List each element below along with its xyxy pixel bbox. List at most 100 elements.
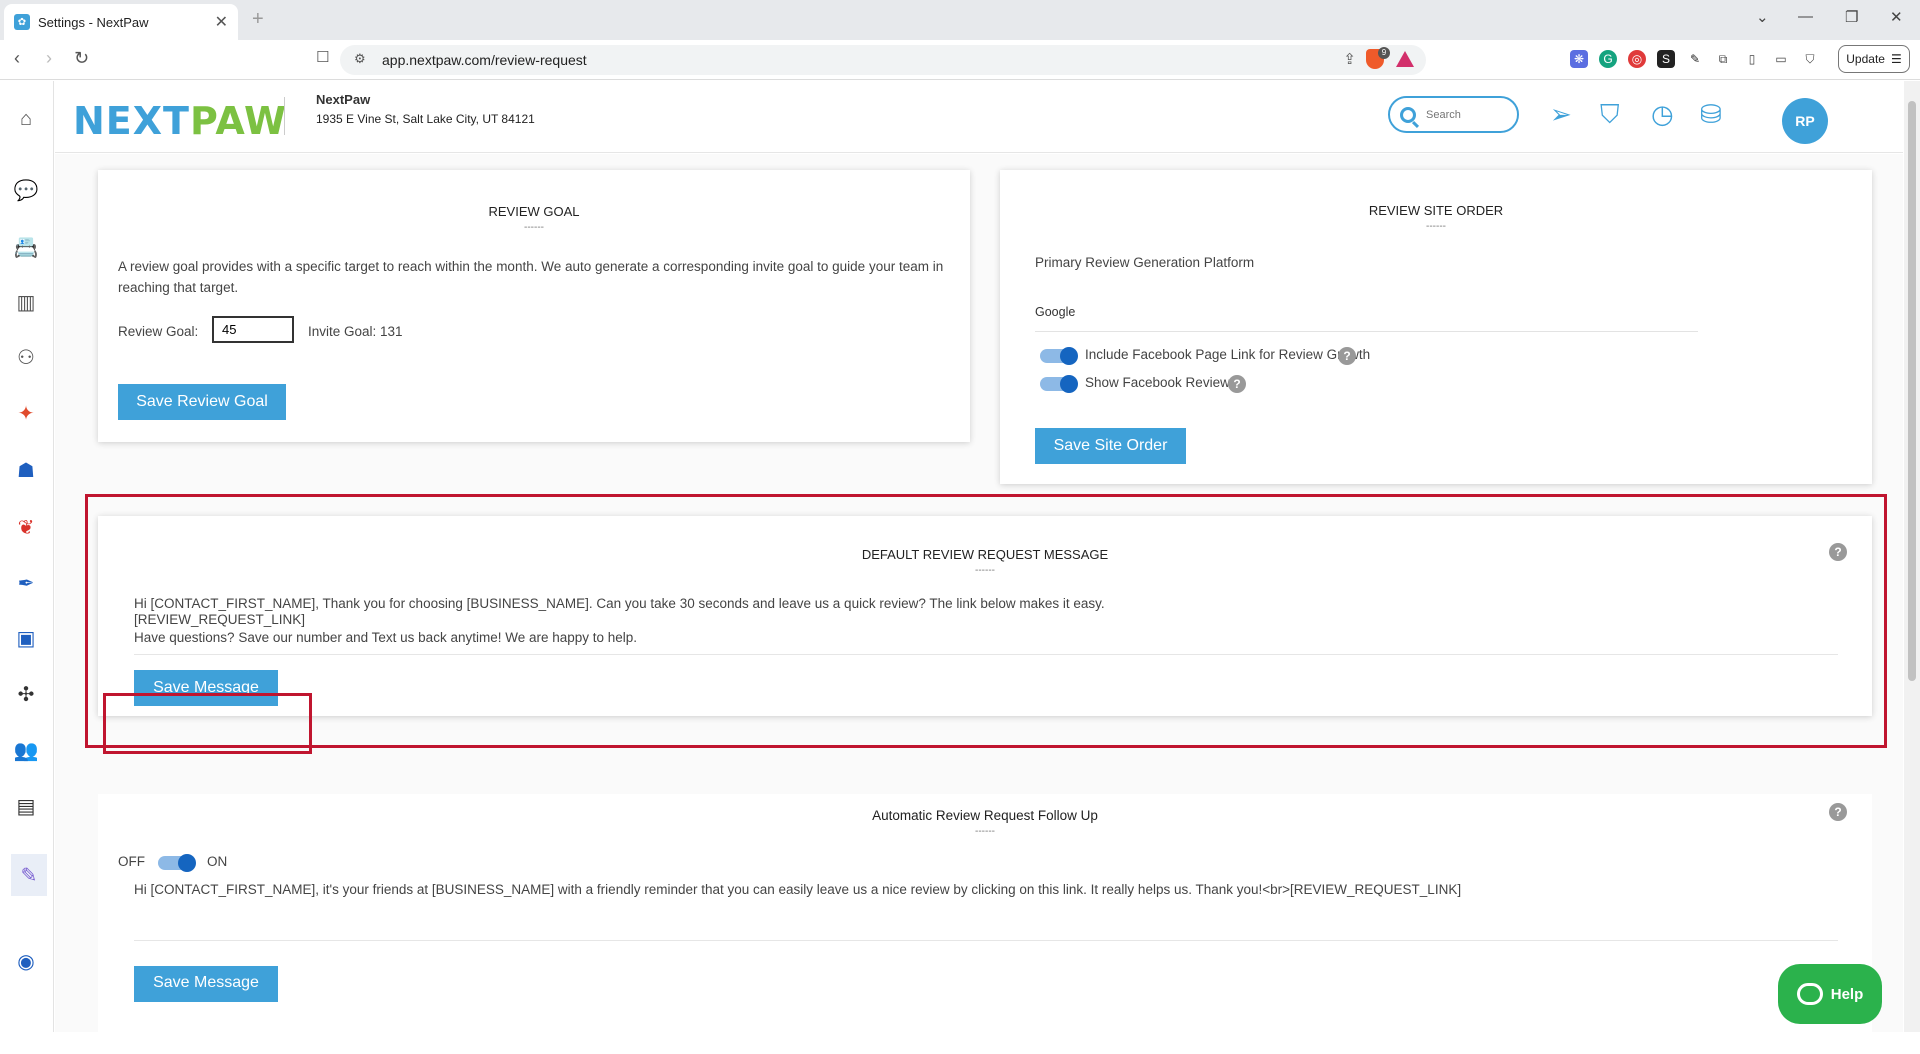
payments-icon[interactable]: ⛁ [1700, 99, 1722, 130]
marketing-icon[interactable]: ❦ [11, 513, 41, 541]
page-scrollbar[interactable] [1904, 81, 1920, 1032]
browser-tab-bar: ✿ Settings - NextPaw ✕ + ⌄ — ❐ ✕ [0, 0, 1920, 40]
facebook-link-help-icon[interactable]: ? [1338, 347, 1356, 365]
close-tab-icon[interactable]: ✕ [215, 12, 228, 32]
save-review-goal-button[interactable]: Save Review Goal [118, 384, 286, 420]
minimize-icon[interactable]: — [1798, 8, 1813, 25]
messages-icon[interactable]: 💬 [11, 176, 41, 204]
sidebar-toggle-icon[interactable]: ▯ [1743, 50, 1761, 68]
follow-up-save-message-button[interactable]: Save Message [134, 966, 278, 1002]
follow-up-message-divider [134, 940, 1838, 941]
search-input[interactable] [1426, 108, 1506, 121]
extension-s-icon[interactable]: S [1657, 50, 1675, 68]
forward-icon[interactable]: › [46, 48, 52, 69]
contacts-icon[interactable]: 📇 [11, 233, 41, 261]
help-chat-button[interactable]: Help [1778, 964, 1882, 1024]
url-text: app.nextpaw.com/review-request [382, 52, 587, 68]
pen-icon[interactable]: ✒ [11, 569, 41, 597]
review-goal-label: Review Goal: [118, 324, 199, 339]
review-site-order-card: REVIEW SITE ORDER ------ Primary Review … [1000, 170, 1872, 484]
scrollbar-thumb[interactable] [1908, 101, 1916, 681]
campaigns-icon[interactable]: ✦ [11, 399, 41, 427]
facebook-link-label: Include Facebook Page Link for Review Gr… [1085, 347, 1371, 362]
follow-up-message: Hi [CONTACT_FIRST_NAME], it's your frien… [134, 882, 1462, 897]
invite-goal-value: 131 [380, 324, 403, 339]
reviews-icon[interactable]: ▣ [11, 624, 41, 652]
platform-select[interactable]: Google [1035, 305, 1698, 332]
vpn-shield-icon[interactable]: ⛉ [1801, 50, 1819, 68]
wallet-icon[interactable]: ▭ [1772, 50, 1790, 68]
address-bar[interactable]: ⚙ app.nextpaw.com/review-request ⇪ 9 [340, 45, 1426, 75]
main-content: REVIEW GOAL ------ A review goal provide… [55, 154, 1903, 1054]
extension-snowflake-icon[interactable]: ❋ [1570, 50, 1588, 68]
update-label: Update [1846, 52, 1885, 66]
reload-icon[interactable]: ↻ [74, 48, 89, 69]
review-site-order-divider: ------ [1426, 221, 1446, 232]
highlight-section-box [85, 494, 1887, 748]
nextpaw-logo[interactable]: NEXTPAW [73, 99, 287, 143]
follow-up-card: Automatic Review Request Follow Up -----… [98, 794, 1872, 1054]
badge-icon[interactable]: ◉ [11, 947, 41, 975]
follow-up-on-label: ON [207, 854, 228, 869]
highlight-button-box [103, 693, 312, 754]
avatar[interactable]: RP [1782, 98, 1828, 144]
bookmark-icon[interactable]: ☐ [316, 48, 329, 66]
groups-icon[interactable]: 👥 [11, 736, 41, 764]
facebook-link-toggle[interactable] [1040, 347, 1078, 365]
follow-up-divider: ------ [975, 826, 995, 837]
history-icon[interactable]: ◷ [1651, 99, 1674, 130]
tab-title: Settings - NextPaw [38, 14, 149, 30]
facebook-reviews-toggle[interactable] [1040, 375, 1078, 393]
extensions-puzzle-icon[interactable]: ⧉ [1714, 50, 1732, 68]
chat-bubble-icon [1796, 983, 1823, 1005]
calendar-icon[interactable]: ☗ [11, 456, 41, 484]
extension-grammarly-icon[interactable]: G [1599, 50, 1617, 68]
reports-icon[interactable]: ▥ [11, 288, 41, 316]
invite-goal-label: Invite Goal: [308, 324, 377, 339]
back-icon[interactable]: ‹ [14, 48, 20, 69]
review-goal-divider: ------ [524, 222, 544, 233]
site-info-icon[interactable]: ⚙ [354, 51, 366, 67]
tab-search-chevron-icon[interactable]: ⌄ [1756, 8, 1769, 26]
update-button[interactable]: Update ☰ [1838, 45, 1910, 73]
browser-toolbar: ‹ › ↻ ☐ ⚙ app.nextpaw.com/review-request… [0, 40, 1920, 80]
settings-calendar-icon[interactable]: ▤ [11, 792, 41, 820]
search-icon [1400, 106, 1416, 123]
review-site-order-title: REVIEW SITE ORDER [1368, 203, 1504, 218]
follow-up-toggle[interactable] [158, 854, 196, 872]
team-icon[interactable]: ⚇ [11, 343, 41, 371]
send-icon[interactable]: ➢ [1550, 99, 1572, 130]
search-box[interactable] [1388, 96, 1519, 133]
follow-up-help-icon[interactable]: ? [1829, 803, 1847, 821]
integrations-icon[interactable]: ✣ [11, 680, 41, 708]
header-divider [284, 97, 285, 135]
browser-tab[interactable]: ✿ Settings - NextPaw ✕ [4, 4, 238, 40]
facebook-reviews-help-icon[interactable]: ? [1228, 375, 1246, 393]
review-goal-title: REVIEW GOAL [488, 204, 580, 219]
app-header: NEXTPAW NextPaw 1935 E Vine St, Salt Lak… [55, 81, 1903, 153]
home-icon[interactable]: ⌂ [11, 105, 41, 133]
restore-icon[interactable]: ❐ [1845, 8, 1858, 26]
save-site-order-button[interactable]: Save Site Order [1035, 428, 1186, 464]
extension-eyedropper-icon[interactable]: ✎ [1686, 50, 1704, 68]
new-tab-icon[interactable]: + [252, 8, 264, 31]
share-icon[interactable]: ⇪ [1343, 50, 1356, 68]
review-request-icon[interactable]: ✎ [11, 854, 47, 896]
platform-label: Primary Review Generation Platform [1035, 255, 1255, 270]
follow-up-off-label: OFF [118, 854, 145, 869]
rating-icon[interactable]: ⛉ [1600, 99, 1620, 131]
extension-red-icon[interactable]: ◎ [1628, 50, 1646, 68]
brave-rewards-icon[interactable] [1396, 51, 1414, 67]
nextpaw-favicon-icon: ✿ [14, 14, 30, 30]
follow-up-title: Automatic Review Request Follow Up [872, 808, 1098, 823]
brave-shield-count: 9 [1378, 47, 1390, 59]
facebook-reviews-label: Show Facebook Reviews [1085, 375, 1237, 390]
close-window-icon[interactable]: ✕ [1890, 8, 1903, 26]
app-sidebar: ⌂ 💬 📇 ▥ ⚇ ✦ ☗ ❦ ✒ ▣ ✣ 👥 ▤ ✎ ◉ [0, 81, 54, 1032]
menu-icon: ☰ [1890, 52, 1902, 66]
business-name: NextPaw [316, 92, 371, 107]
review-goal-input[interactable] [212, 316, 294, 343]
review-goal-description: A review goal provides with a specific t… [118, 259, 944, 295]
review-goal-card: REVIEW GOAL ------ A review goal provide… [98, 170, 970, 442]
business-address: 1935 E Vine St, Salt Lake City, UT 84121 [316, 112, 535, 126]
